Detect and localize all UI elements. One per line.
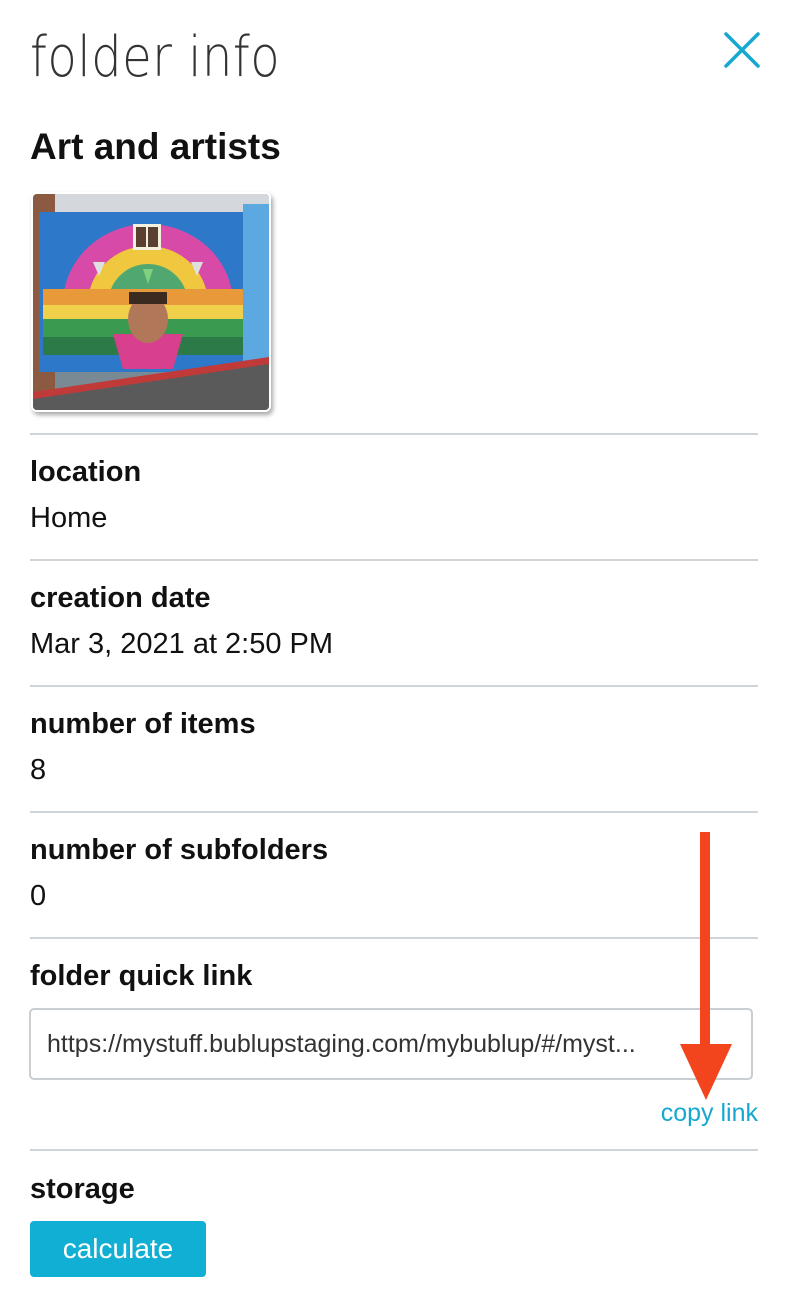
divider	[30, 1149, 758, 1151]
quick-link-label: folder quick link	[30, 960, 253, 992]
divider	[30, 559, 758, 561]
close-icon[interactable]	[718, 26, 766, 74]
divider	[30, 811, 758, 813]
folder-name: Art and artists	[30, 126, 281, 167]
number-of-subfolders-label: number of subfolders	[30, 834, 329, 866]
divider	[30, 433, 758, 435]
number-of-items-value: 8	[30, 754, 47, 786]
divider	[30, 685, 758, 687]
number-of-items-label: number of items	[30, 708, 256, 740]
creation-date-label: creation date	[30, 582, 211, 614]
panel-title: folder info	[30, 25, 281, 90]
location-value: Home	[30, 502, 108, 534]
folder-thumbnail	[31, 192, 271, 412]
divider	[30, 937, 758, 939]
location-label: location	[30, 456, 142, 488]
creation-date-value: Mar 3, 2021 at 2:50 PM	[30, 628, 334, 660]
storage-label: storage	[30, 1173, 135, 1205]
close-button[interactable]	[718, 26, 766, 74]
mural-thumbnail	[33, 194, 269, 410]
folder-info-panel: folder info Art and artists location Hom…	[0, 0, 790, 1314]
number-of-subfolders-value: 0	[30, 880, 47, 912]
copy-link-button[interactable]: copy link	[661, 1096, 758, 1130]
quick-link-field[interactable]: https://mystuff.bublupstaging.com/mybubl…	[29, 1008, 753, 1080]
calculate-button[interactable]: calculate	[30, 1221, 206, 1277]
